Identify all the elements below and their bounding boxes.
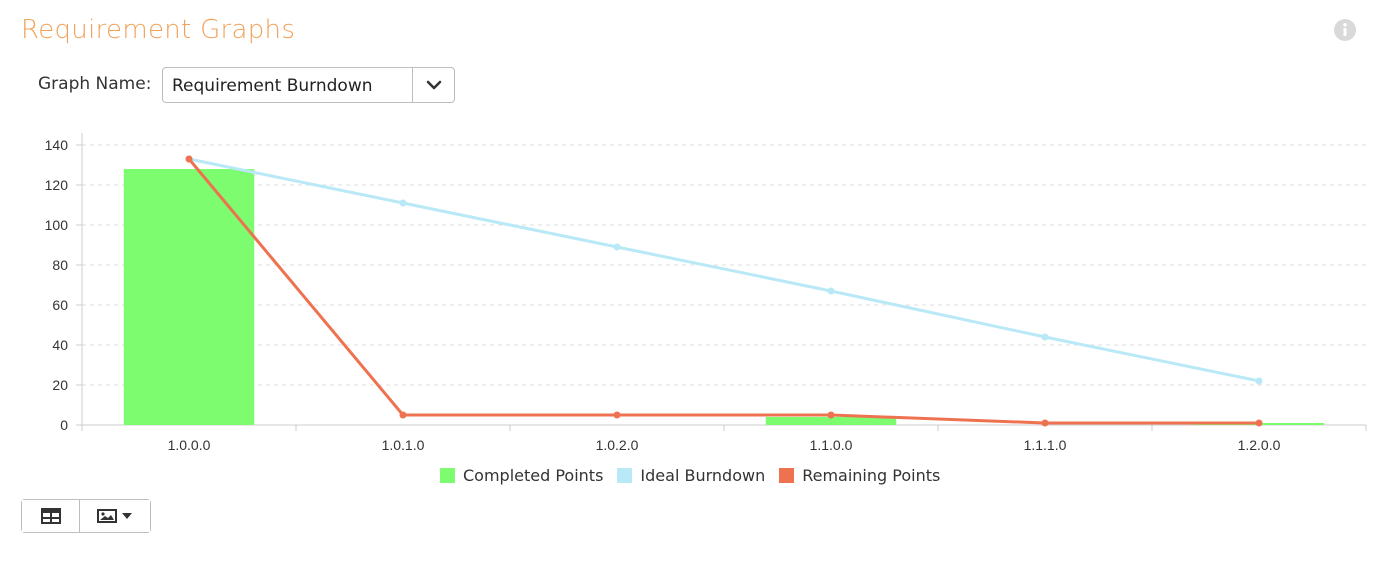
ideal-burndown-line — [188, 157, 1260, 383]
remaining-points-point — [1041, 419, 1049, 427]
x-tick-label: 1.1.1.0 — [1024, 437, 1067, 453]
page-title: Requirement Graphs — [21, 15, 296, 45]
ideal-burndown-point — [613, 243, 621, 251]
ideal-burndown-point — [827, 287, 835, 295]
x-tick-label: 1.2.0.0 — [1238, 437, 1281, 453]
legend-label-remaining: Remaining Points — [802, 466, 941, 485]
completed-points-bar — [123, 169, 255, 425]
grid-lines — [82, 144, 1366, 386]
x-tick-label: 1.1.0.0 — [810, 437, 853, 453]
x-tick-label: 1.0.1.0 — [382, 437, 425, 453]
legend-swatch-ideal — [617, 468, 633, 483]
legend-swatch-completed — [440, 468, 455, 483]
remaining-points-line — [187, 158, 1259, 425]
burndown-lines — [185, 155, 1263, 427]
burndown-chart: 0 20 40 60 80 100 120 140 1.0.0.0 1.0.1.0 1.0.2.0 1… — [45, 133, 1367, 453]
legend-item-ideal[interactable]: Ideal Burndown — [617, 466, 765, 485]
info-circle-icon[interactable] — [1333, 18, 1357, 42]
table-icon — [40, 508, 61, 524]
table-view-button[interactable] — [22, 500, 80, 532]
y-tick-label: 0 — [60, 417, 68, 433]
x-tick-label: 1.0.0.0 — [168, 437, 211, 453]
y-tick-label: 120 — [45, 177, 69, 193]
caret-down-icon — [122, 513, 132, 519]
ideal-burndown-point — [399, 199, 407, 207]
ideal-burndown-point — [1041, 333, 1049, 341]
chevron-down-icon — [426, 80, 441, 90]
legend-item-remaining[interactable]: Remaining Points — [779, 466, 940, 485]
remaining-points-point — [827, 411, 835, 419]
chart-legend: Completed Points Ideal Burndown Remainin… — [440, 466, 954, 485]
legend-label-completed: Completed Points — [463, 466, 604, 485]
axes — [76, 133, 1367, 431]
legend-label-ideal: Ideal Burndown — [640, 466, 766, 485]
remaining-points-point — [1255, 419, 1263, 427]
y-tick-label: 40 — [52, 337, 68, 353]
x-tick-label: 1.0.2.0 — [596, 437, 639, 453]
ideal-burndown-point — [1255, 377, 1263, 385]
chart-view-buttons — [21, 499, 151, 533]
graph-name-select[interactable]: Requirement Burndown — [162, 67, 455, 103]
y-tick-label: 140 — [45, 137, 69, 153]
select-toggle-button[interactable] — [412, 68, 454, 102]
graph-name-select-value: Requirement Burndown — [172, 76, 373, 96]
y-tick-label: 20 — [52, 377, 68, 393]
image-export-button[interactable] — [80, 500, 150, 532]
y-tick-label: 100 — [45, 217, 69, 233]
legend-item-completed[interactable]: Completed Points — [440, 466, 603, 485]
remaining-points-point — [399, 411, 407, 419]
remaining-points-point — [613, 411, 621, 419]
legend-swatch-remaining — [779, 468, 795, 483]
image-icon — [97, 509, 117, 523]
y-tick-label: 80 — [52, 257, 68, 273]
graph-name-label: Graph Name: — [38, 74, 152, 94]
remaining-points-point — [185, 155, 193, 163]
y-tick-label: 60 — [52, 297, 68, 313]
